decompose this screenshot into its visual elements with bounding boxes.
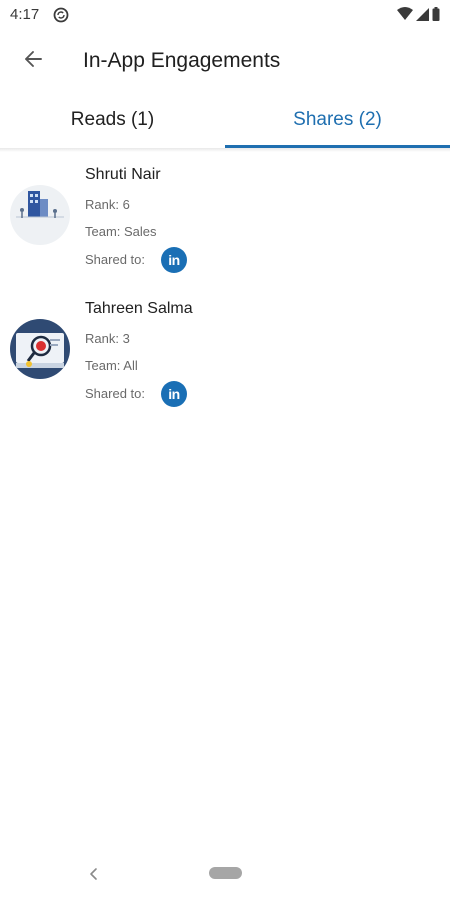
user-team: Team: Sales xyxy=(85,224,157,239)
avatar xyxy=(10,185,70,245)
status-bar: 4:17 xyxy=(0,0,450,30)
shared-to-label: Shared to: xyxy=(85,252,145,267)
user-rank: Rank: 3 xyxy=(85,331,130,346)
shared-to-label: Shared to: xyxy=(85,386,145,401)
user-name: Tahreen Salma xyxy=(85,300,193,317)
back-button[interactable] xyxy=(16,44,50,78)
page-title: In-App Engagements xyxy=(83,49,281,72)
linkedin-icon[interactable]: in xyxy=(161,247,187,273)
system-nav-bar xyxy=(0,850,450,900)
linkedin-icon-text: in xyxy=(168,252,180,268)
user-name: Shruti Nair xyxy=(85,166,161,183)
signal-icon xyxy=(416,7,429,26)
linkedin-icon-text: in xyxy=(168,386,180,402)
sync-icon xyxy=(53,7,69,23)
shares-list: Shruti Nair Rank: 6 Team: Sales Shared t… xyxy=(0,152,450,420)
tab-reads-label: Reads (1) xyxy=(70,109,155,130)
user-team: Team: All xyxy=(85,358,138,373)
tab-reads[interactable]: Reads (1) xyxy=(0,92,225,148)
avatar xyxy=(10,319,70,379)
tab-shares-label: Shares (2) xyxy=(293,109,382,130)
status-time: 4:17 xyxy=(10,6,40,23)
app-bar: In-App Engagements xyxy=(0,30,450,92)
tab-shares[interactable]: Shares (2) xyxy=(225,92,450,148)
status-icons xyxy=(397,7,440,26)
list-item[interactable]: Tahreen Salma Rank: 3 Team: All Shared t… xyxy=(0,286,450,420)
nav-back-icon[interactable] xyxy=(84,864,104,884)
user-rank: Rank: 6 xyxy=(85,197,130,212)
wifi-icon xyxy=(397,7,413,26)
home-pill-icon[interactable] xyxy=(209,867,242,879)
linkedin-icon[interactable]: in xyxy=(161,381,187,407)
tab-bar: Reads (1) Shares (2) xyxy=(0,92,450,148)
battery-icon xyxy=(432,7,440,26)
list-item[interactable]: Shruti Nair Rank: 6 Team: Sales Shared t… xyxy=(0,152,450,286)
arrow-back-icon xyxy=(23,49,43,74)
